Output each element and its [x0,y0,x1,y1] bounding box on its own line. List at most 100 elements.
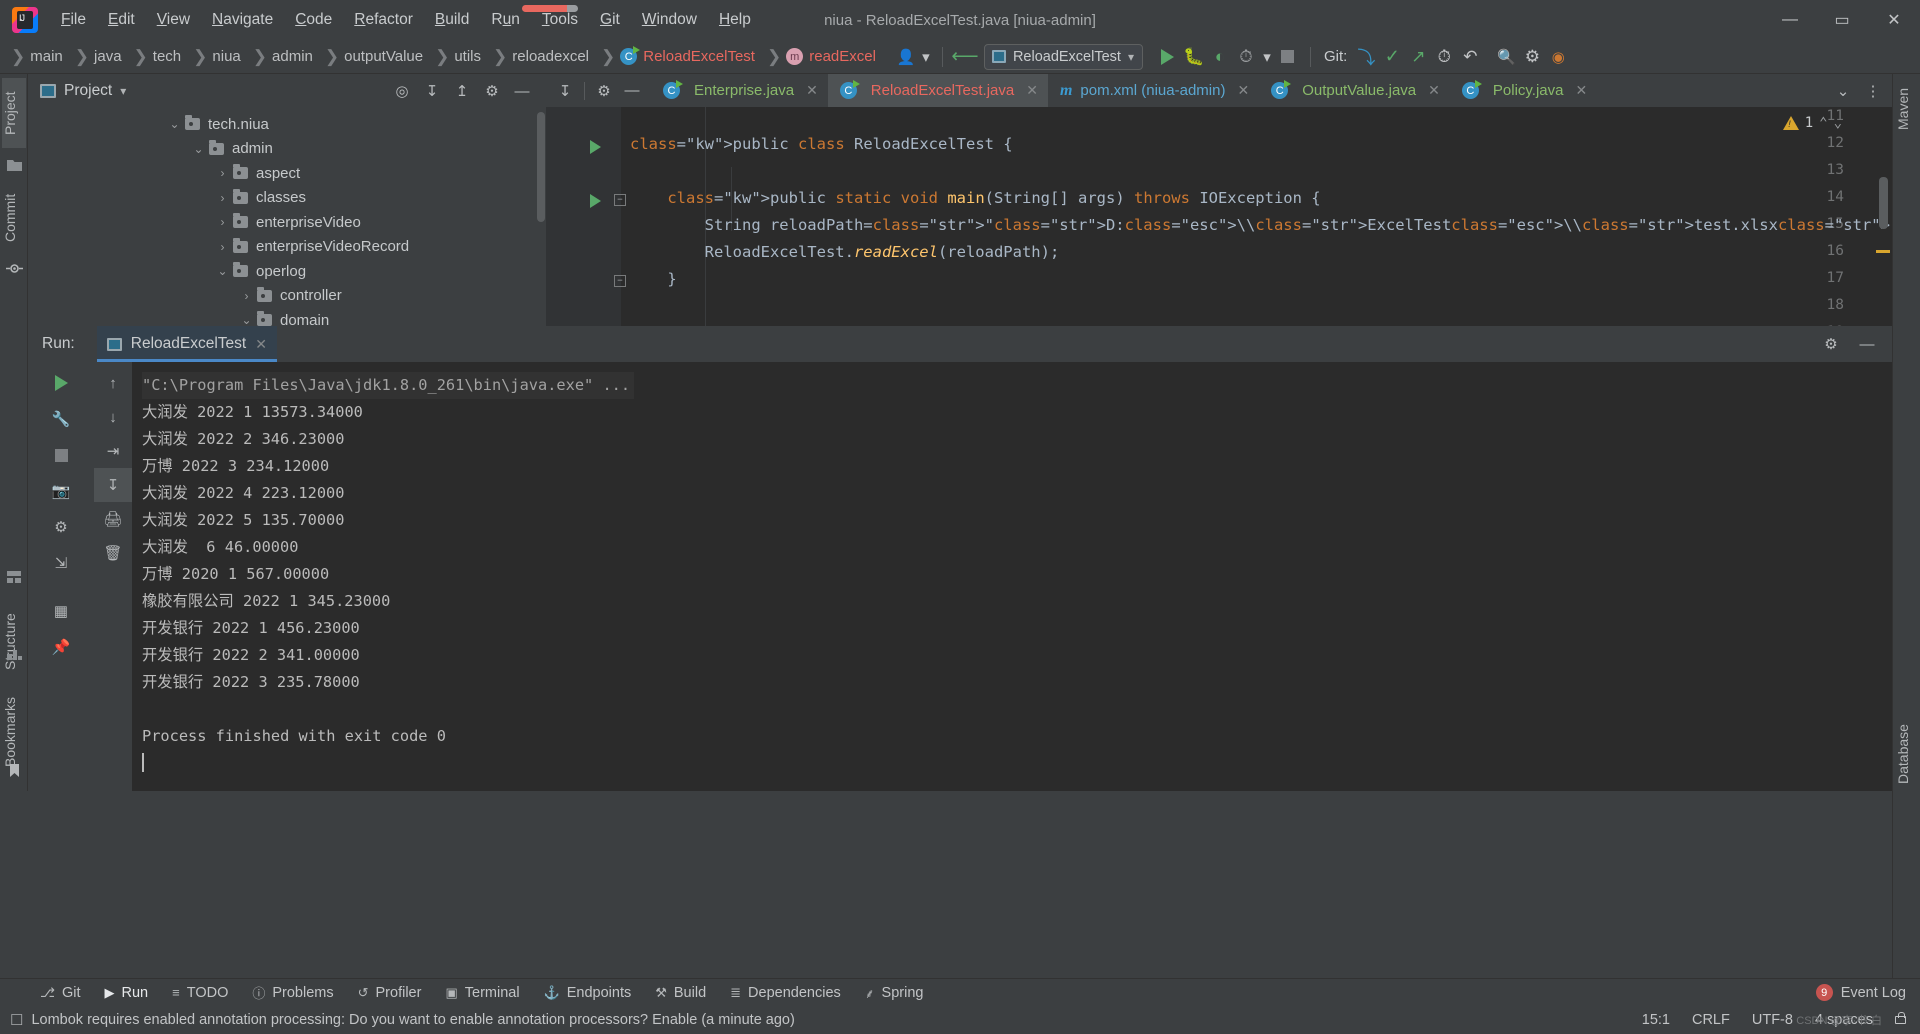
chevron-down-icon[interactable]: ⌄ [1830,78,1856,104]
clear-all-icon[interactable]: 🗑 [94,536,132,570]
code-line[interactable]: } [630,270,676,288]
bottom-tab-endpoints[interactable]: ⚓ Endpoints [532,979,644,1007]
editor-tab-pom-xml-niua-admin-[interactable]: m pom.xml (niua-admin) ✕ [1048,74,1259,107]
bottom-tab-terminal[interactable]: ▣ Terminal [433,979,531,1007]
history-icon[interactable]: ⏱ [1431,44,1457,70]
code-line[interactable]: class="kw">public class ReloadExcelTest … [630,135,1013,153]
search-icon[interactable]: 🔍 [1493,44,1519,70]
tree-node-classes[interactable]: › classes [28,186,545,211]
hide-icon[interactable]: — [509,78,535,104]
chevron-right-icon[interactable]: › [216,166,229,180]
update-project-icon[interactable]: ⤵ [1353,44,1379,70]
commit-branch-icon[interactable] [6,260,23,277]
sidebar-item-structure[interactable]: Structure [2,598,26,686]
pin-icon[interactable]: 📌 [28,630,94,664]
lock-icon[interactable] [1895,1012,1906,1024]
menu-item-refactor[interactable]: Refactor [343,8,424,32]
editor-warning-marker[interactable] [1876,250,1890,253]
stop-icon[interactable] [1275,44,1301,70]
project-scrollbar[interactable] [537,112,545,222]
caret-position[interactable]: 15:1 [1642,1012,1670,1028]
menu-item-file[interactable]: File [50,8,97,32]
bottom-tab-spring[interactable]: ⸙ Spring [853,979,936,1007]
gear-icon[interactable]: ⚙ [1519,44,1545,70]
settings-wrench-icon[interactable]: 🔧 [28,402,94,436]
breadcrumb-item-reloadexceltest[interactable]: ❯ C ReloadExcelTest [592,46,758,67]
editor-tab-enterprise-java[interactable]: C Enterprise.java ✕ [651,74,828,107]
scroll-down-icon[interactable]: ↓ [94,400,132,434]
chevron-right-icon[interactable]: › [216,191,229,205]
code-line[interactable]: class="kw">public static void main(Strin… [630,189,1320,207]
pin-icon[interactable] [7,620,24,637]
menu-item-help[interactable]: Help [708,8,762,32]
minimize-button[interactable]: — [1764,0,1816,40]
profiler-icon[interactable]: ⏱ [1233,44,1259,70]
more-options-icon[interactable]: ⋮ [1860,78,1886,104]
code-editor[interactable]: 11 12 class="kw">public class ReloadExcelT… [546,107,1892,326]
locate-icon[interactable]: ◎ [389,78,415,104]
folder-icon[interactable] [6,156,23,173]
run-configuration-selector[interactable]: ReloadExcelTest ▾ [983,43,1143,70]
close-icon[interactable]: ✕ [1575,82,1587,99]
gear-icon[interactable]: ⚙ [479,78,505,104]
run-toolbar-console[interactable]: ↑ ↓ ⇥ ↧ 🖨 🗑 [94,362,132,791]
sidebar-item-maven[interactable]: Maven [1895,80,1919,138]
close-icon[interactable]: ✕ [1237,82,1249,99]
bottom-tab-todo[interactable]: ≡ TODO [160,979,240,1007]
code-line[interactable]: ReloadExcelTest.readExcel(reloadPath); [630,243,1060,261]
collapse-all-icon[interactable]: ↥ [449,78,475,104]
bottom-tab-git[interactable]: ⎇ Git [28,979,93,1007]
user-avatar-icon[interactable]: 👤 [893,44,919,70]
grid-icon[interactable] [6,646,23,663]
tree-node-controller[interactable]: › controller [28,284,545,309]
structure-grid-icon[interactable] [6,569,23,586]
menu-item-edit[interactable]: Edit [97,8,146,32]
scroll-to-end-icon[interactable]: ↧ [94,468,132,502]
status-message[interactable]: Lombok requires enabled annotation proce… [31,1012,794,1028]
chevron-down-icon[interactable]: ▾ [919,44,933,70]
close-icon[interactable]: ✕ [255,336,267,353]
camera-icon[interactable]: 📷 [28,474,94,508]
hide-icon[interactable]: — [619,78,645,104]
editor-tab-outputvalue-java[interactable]: C OutputValue.java ✕ [1259,74,1450,107]
tree-node-operlog[interactable]: ⌄ operlog [28,259,545,284]
chevron-down-icon[interactable]: ⌄ [216,264,229,278]
gear-icon[interactable]: ⚙ [1818,331,1844,357]
export-icon[interactable]: ⇲ [28,546,94,580]
editor-gutter[interactable] [546,107,621,326]
sidebar-item-project[interactable]: Project [2,78,26,148]
file-encoding[interactable]: UTF-8 [1752,1012,1793,1028]
close-icon[interactable]: ✕ [1428,82,1440,99]
event-log-button[interactable]: Event Log [1841,985,1906,1001]
project-panel-actions[interactable]: ◎ ↧ ↥ ⚙ — [389,78,545,104]
push-icon[interactable]: ↗ [1405,44,1431,70]
tree-node-admin[interactable]: ⌄ admin [28,137,545,162]
menu-item-navigate[interactable]: Navigate [201,8,284,32]
tree-node-aspect[interactable]: › aspect [28,161,545,186]
menu-bar[interactable]: File Edit View Navigate Code Refactor Build Run… [50,0,762,40]
sidebar-item-commit[interactable]: Commit [2,182,26,254]
editor-scrollbar[interactable] [1879,177,1888,229]
menu-item-view[interactable]: View [146,8,201,32]
run-toolbar-left[interactable]: 🔧 📷 ⚙ ⇲ ▦ 📌 [28,362,94,791]
menu-item-window[interactable]: Window [631,8,708,32]
notification-icon[interactable]: ☐ [10,1011,23,1029]
print-icon[interactable]: 🖨 [94,502,132,536]
tree-node-enterprisevideorecord[interactable]: › enterpriseVideoRecord [28,235,545,260]
menu-item-git[interactable]: Git [589,8,631,32]
editor-tab-reloadexceltest-java[interactable]: C ReloadExcelTest.java ✕ [827,74,1048,107]
hide-icon[interactable]: — [1854,331,1880,357]
soft-wrap-icon[interactable]: ⇥ [94,434,132,468]
gutter-run-icon[interactable] [590,194,601,208]
menu-item-build[interactable]: Build [424,8,480,32]
menu-item-code[interactable]: Code [284,8,343,32]
breadcrumb-item-outputvalue[interactable]: ❯ outputValue [316,47,426,67]
bottom-tab-build[interactable]: ⚒ Build [643,979,718,1007]
breadcrumb-item-utils[interactable]: ❯ utils [426,47,484,67]
close-icon[interactable]: ✕ [1026,82,1038,99]
bottom-tab-profiler[interactable]: ↺ Profiler [346,979,434,1007]
chevron-right-icon[interactable]: › [240,289,253,303]
breadcrumb[interactable]: ❯ main ❯ java ❯ tech ❯ niua ❯ admin ❯ outputValue ❯ u… [0,40,879,74]
expand-all-icon[interactable]: ↧ [419,78,445,104]
chevron-down-icon[interactable]: ⌄ [192,142,205,156]
